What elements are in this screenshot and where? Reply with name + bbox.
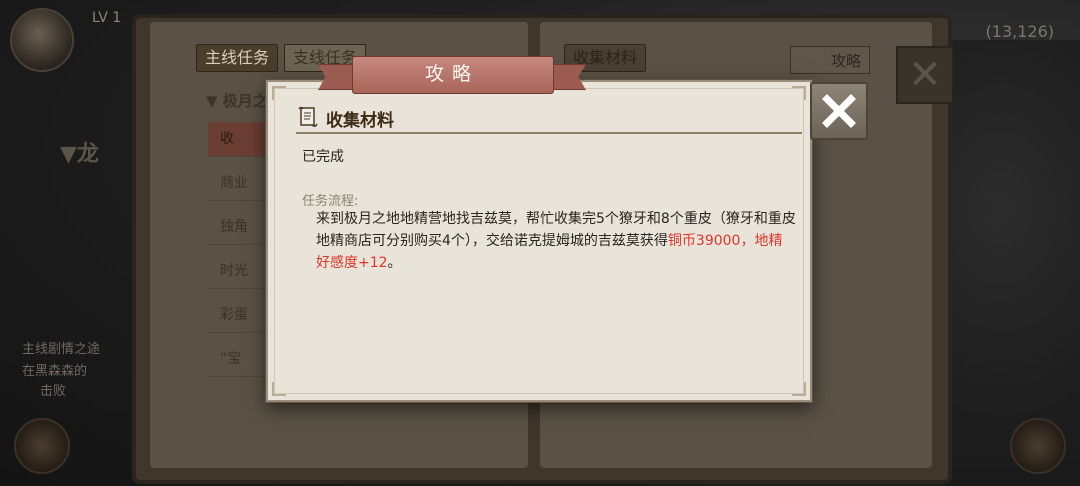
tab-main-quest[interactable]: 主线任务 [196,44,279,72]
quest-description-end: 。 [387,255,402,271]
frame-corner-ornament [792,86,806,100]
quest-category-header[interactable]: ▼ 极月之 [206,90,268,111]
section-header: 收集材料 [296,102,802,134]
player-avatar[interactable] [10,8,74,72]
close-button[interactable] [810,82,868,140]
dialog-title: 攻略 [424,63,479,85]
bg-quest-tracker-line: 主线剧情之途 [22,342,101,357]
player-level: LV 1 [92,10,122,26]
quest-flow-label: 任务流程: [302,194,359,209]
bg-quest-group-label: ▼龙 [60,142,99,167]
bg-quest-tracker-line: 击败 [40,384,67,399]
frame-corner-ornament [792,382,806,396]
frame-corner-ornament [272,86,286,100]
close-icon [822,94,856,128]
scroll-icon [298,106,318,128]
dialog-title-ribbon: 攻略 [318,56,586,94]
frame-corner-ornament [272,382,286,396]
section-title: 收集材料 [326,111,394,131]
quest-description: 来到极月之地地精营地找吉兹莫，帮忙收集完5个獠牙和8个重皮（獠牙和重皮地精商店可… [316,208,796,274]
bg-quest-tracker-line: 在黑森森的 [22,364,88,379]
quest-status: 已完成 [302,149,344,165]
map-coordinates: (13,126) [985,22,1054,41]
bg-close-icon: ✕ [896,46,954,104]
guide-button[interactable]: 攻略 [790,46,870,74]
bottom-left-menu-icon[interactable] [14,418,70,474]
bottom-right-menu-icon[interactable] [1010,418,1066,474]
